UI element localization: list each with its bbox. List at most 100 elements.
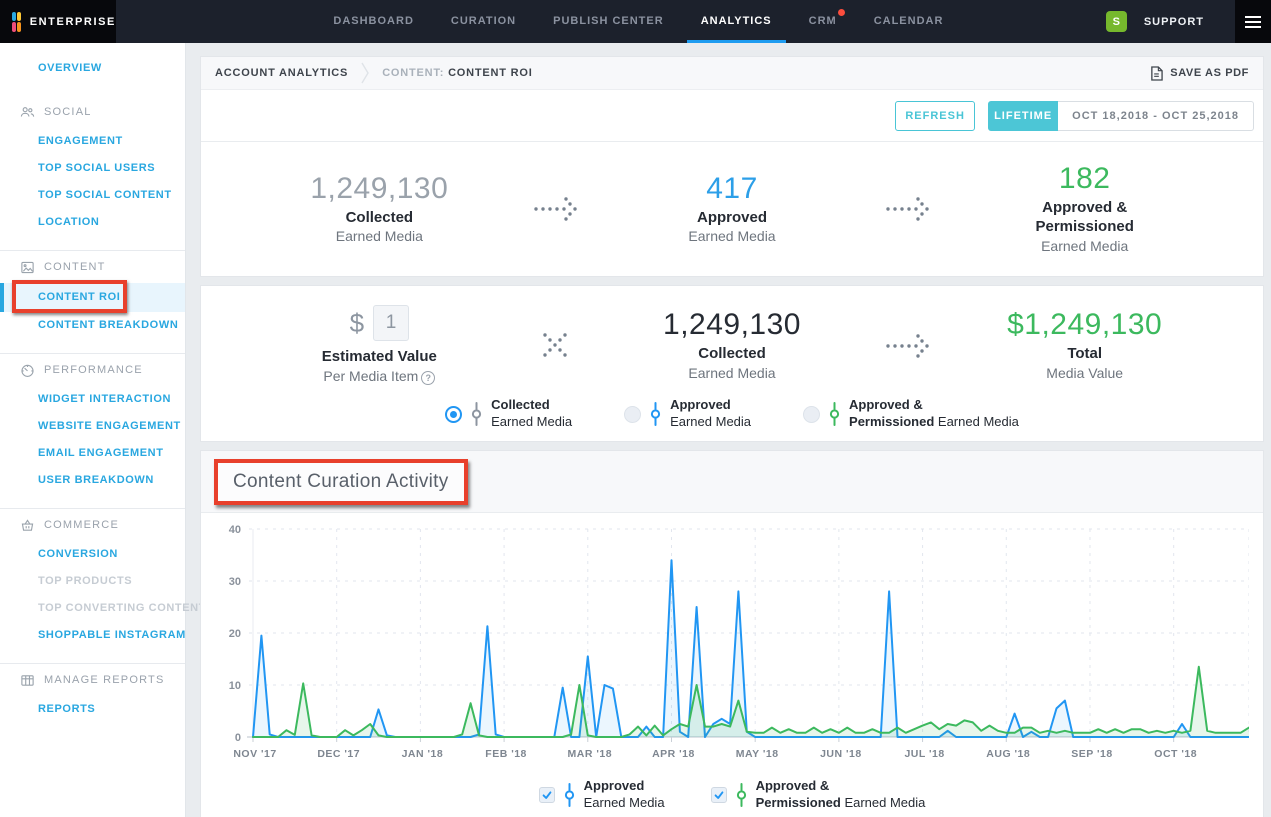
stat-label: Estimated Value: [243, 348, 516, 367]
radio-option-approved[interactable]: ApprovedEarned Media: [624, 397, 751, 431]
funnel-stat-collected: 1,249,130 CollectedEarned Media: [243, 172, 516, 247]
sidebar-item-email-engagement[interactable]: EMAIL ENGAGEMENT: [0, 440, 185, 467]
chart-title: Content Curation Activity: [233, 471, 449, 492]
avatar[interactable]: S: [1106, 11, 1127, 32]
hamburger-menu-button[interactable]: [1235, 0, 1271, 43]
sidebar-item-location[interactable]: LOCATION: [0, 209, 185, 236]
sidebar-item-overview[interactable]: OVERVIEW: [0, 55, 185, 82]
date-range-group: LIFETIME OCT 18,2018 - OCT 25,2018: [988, 101, 1254, 131]
help-icon[interactable]: ?: [421, 371, 435, 385]
arrow-right-dots-icon: [885, 194, 931, 224]
legend-checkbox[interactable]: [711, 787, 727, 803]
nav-item-crm[interactable]: CRM: [809, 0, 837, 43]
nav-item-publish-center[interactable]: PUBLISH CENTER: [553, 0, 664, 43]
sidebar-divider: [0, 508, 185, 509]
basket-icon: [20, 518, 35, 533]
option-label: ApprovedEarned Media: [670, 397, 751, 431]
save-as-pdf-button[interactable]: SAVE AS PDF: [1150, 66, 1249, 81]
svg-text:NOV '17: NOV '17: [233, 748, 276, 760]
chart-panel: Content Curation Activity 010203040NOV '…: [200, 450, 1264, 817]
series-marker-icon: [736, 782, 747, 808]
funnel-arrow: [868, 194, 948, 224]
svg-text:SEP '18: SEP '18: [1071, 748, 1112, 760]
stat-sublabel: Media Value: [948, 364, 1221, 383]
sidebar-item-top-converting-content: TOP CONVERTING CONTENT: [0, 595, 185, 622]
users-icon: [20, 105, 35, 120]
estimated-value-stat: $ 1 Estimated Value Per Media Item?: [243, 305, 516, 386]
total-value-stat: $1,249,130 Total Media Value: [948, 308, 1221, 383]
funnel-arrow: [516, 194, 596, 224]
svg-text:OCT '18: OCT '18: [1154, 748, 1197, 760]
stat-sublabel: Earned Media: [596, 364, 869, 383]
notification-dot: [838, 9, 845, 16]
radio-button[interactable]: [445, 406, 462, 423]
stat-value: 417: [596, 172, 869, 206]
media-type-radio-group: CollectedEarned Media ApprovedEarned Medi…: [243, 391, 1221, 433]
svg-text:30: 30: [229, 576, 241, 588]
stat-value: 1,249,130: [243, 172, 516, 206]
funnel-stat-approved: 417ApprovedEarned Media: [596, 172, 869, 247]
sidebar-section-manage-reports: MANAGE REPORTS: [0, 670, 185, 690]
support-link[interactable]: SUPPORT: [1144, 16, 1204, 28]
date-range-field[interactable]: OCT 18,2018 - OCT 25,2018: [1058, 101, 1254, 131]
radio-option-approved-permissioned[interactable]: Approved &Permissioned Earned Media: [803, 397, 1019, 431]
brand[interactable]: ENTERPRISE: [0, 0, 116, 43]
funnel-panel: 1,249,130CollectedEarned Media417Approve…: [201, 141, 1263, 276]
sidebar-item-reports[interactable]: REPORTS: [0, 696, 185, 723]
estimated-value-input[interactable]: 1: [373, 305, 409, 341]
sidebar-section-label: PERFORMANCE: [44, 364, 143, 376]
multiply-dots-icon: [533, 331, 579, 361]
radio-option-collected[interactable]: CollectedEarned Media: [445, 397, 572, 431]
nav-item-dashboard[interactable]: DASHBOARD: [333, 0, 414, 43]
header-panel: ACCOUNT ANALYTICS CONTENT: CONTENT ROI S…: [200, 56, 1264, 277]
nav-item-curation[interactable]: CURATION: [451, 0, 516, 43]
nav-right: S SUPPORT: [1106, 0, 1271, 43]
radio-button[interactable]: [803, 406, 820, 423]
sidebar-item-website-engagement[interactable]: WEBSITE ENGAGEMENT: [0, 413, 185, 440]
series-area-1: [253, 667, 1249, 737]
funnel-stat-approved-permissioned: 182Approved &PermissionedEarned Media: [948, 162, 1221, 255]
radio-button[interactable]: [624, 406, 641, 423]
stat-sublabel: Earned Media: [243, 227, 516, 246]
option-label: ApprovedEarned Media: [584, 778, 665, 812]
svg-text:JUN '18: JUN '18: [820, 748, 862, 760]
gauge-icon: [20, 363, 35, 378]
stat-value: 182: [948, 162, 1221, 196]
breadcrumb-root[interactable]: ACCOUNT ANALYTICS: [215, 67, 348, 79]
legend-item-approved-permissioned[interactable]: Approved &Permissioned Earned Media: [711, 778, 926, 812]
breadcrumb-bar: ACCOUNT ANALYTICS CONTENT: CONTENT ROI S…: [201, 57, 1263, 90]
stat-label: Collected: [243, 209, 516, 228]
svg-text:0: 0: [235, 732, 241, 744]
top-nav: ENTERPRISE DASHBOARD CURATION PUBLISH CENT…: [0, 0, 1271, 43]
stat-sublabel: Earned Media: [596, 227, 869, 246]
sidebar-item-top-social-users[interactable]: TOP SOCIAL USERS: [0, 155, 185, 182]
collected-stat: 1,249,130 Collected Earned Media: [596, 308, 869, 383]
sidebar-item-shoppable-instagram[interactable]: SHOPPABLE INSTAGRAM: [0, 622, 185, 649]
sidebar-item-conversion[interactable]: CONVERSION: [0, 541, 185, 568]
series-marker-icon: [564, 782, 575, 808]
chart-legend: ApprovedEarned Media Approved &Permission…: [201, 770, 1263, 812]
nav-item-calendar[interactable]: CALENDAR: [874, 0, 944, 43]
nav-item-analytics[interactable]: ANALYTICS: [701, 0, 772, 43]
breadcrumb: ACCOUNT ANALYTICS CONTENT: CONTENT ROI: [215, 60, 533, 86]
svg-text:20: 20: [229, 628, 241, 640]
refresh-button[interactable]: REFRESH: [895, 101, 975, 131]
svg-text:10: 10: [229, 680, 241, 692]
arrow-right-dots-icon: [533, 194, 579, 224]
sidebar-item-widget-interaction[interactable]: WIDGET INTERACTION: [0, 386, 185, 413]
sidebar-item-engagement[interactable]: ENGAGEMENT: [0, 128, 185, 155]
legend-item-approved[interactable]: ApprovedEarned Media: [539, 778, 665, 812]
lifetime-button[interactable]: LIFETIME: [988, 101, 1058, 131]
arrow-right-dots-icon: [885, 331, 931, 361]
series-line-0: [253, 560, 1249, 737]
sidebar-item-user-breakdown[interactable]: USER BREAKDOWN: [0, 467, 185, 494]
sidebar-section-performance: PERFORMANCE: [0, 360, 185, 380]
sidebar-item-content-roi[interactable]: CONTENT ROI: [0, 283, 185, 312]
sidebar-item-content-breakdown[interactable]: CONTENT BREAKDOWN: [0, 312, 185, 339]
sidebar-item-top-social-content[interactable]: TOP SOCIAL CONTENT: [0, 182, 185, 209]
sidebar-section-content: CONTENT: [0, 257, 185, 277]
stat-sublabel: Per Media Item?: [243, 367, 516, 386]
app-root: ENTERPRISE DASHBOARD CURATION PUBLISH CENT…: [0, 0, 1271, 817]
legend-checkbox[interactable]: [539, 787, 555, 803]
sidebar-divider: [0, 663, 185, 664]
